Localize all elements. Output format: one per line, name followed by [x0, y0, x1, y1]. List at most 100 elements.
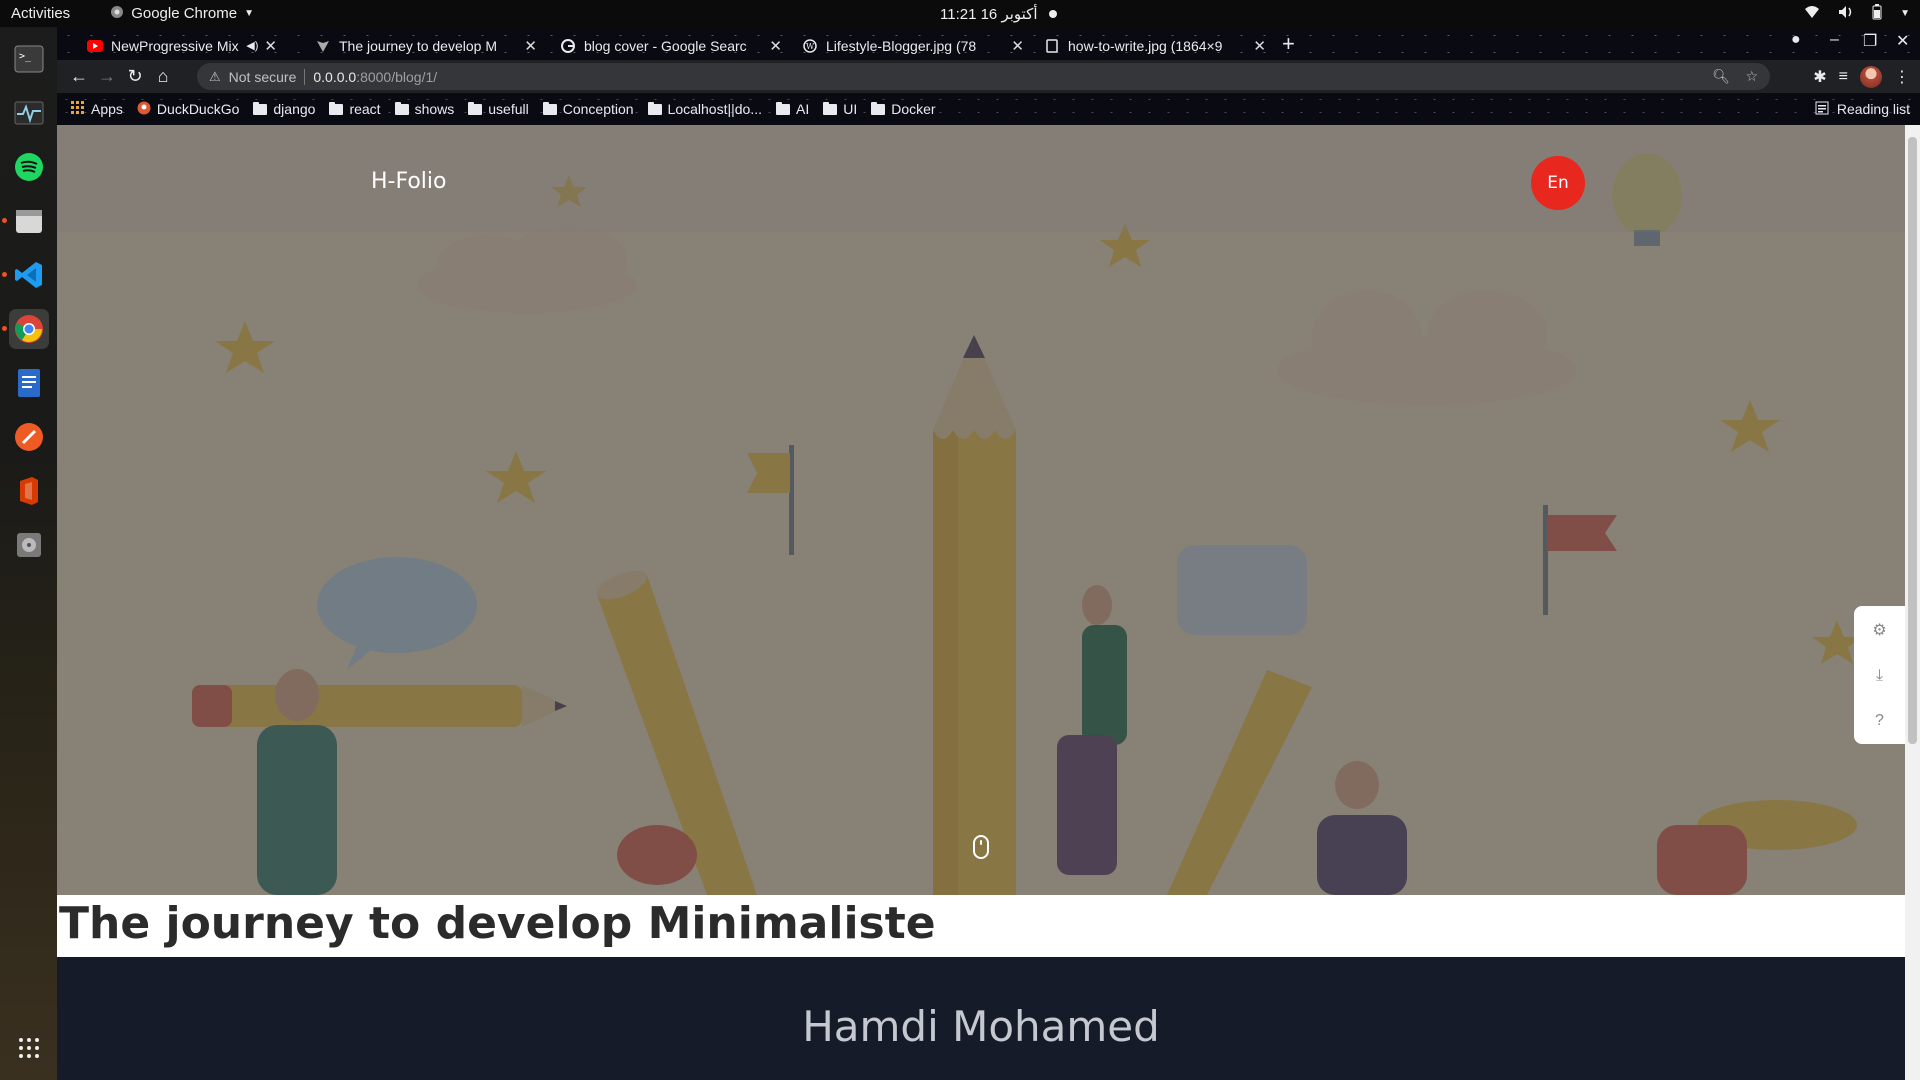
side-tools-panel: ⚙ ⤓ ? [1854, 606, 1905, 744]
new-tab-icon[interactable]: + [1282, 31, 1295, 57]
author-name: Hamdi Mohamed [802, 1002, 1160, 1051]
site-navbar: H-Folio En [57, 125, 1905, 232]
tab-title: blog cover - Google Searc [584, 37, 747, 54]
folder-icon [647, 101, 662, 115]
running-indicator [1, 218, 7, 223]
reading-list-icon [1815, 101, 1829, 118]
bookmark-folder-usefull[interactable]: usefull [468, 101, 529, 117]
bookmark-folder-docker[interactable]: Docker [871, 101, 936, 117]
bookmark-folder-django[interactable]: django [253, 101, 315, 117]
text-editor-icon[interactable] [9, 363, 49, 403]
tab-search-icon[interactable]: ● [1791, 31, 1801, 49]
close-tab-icon[interactable]: ✕ [769, 37, 782, 55]
close-window-icon[interactable]: ✕ [1896, 31, 1909, 51]
bookmark-folder-shows[interactable]: shows [394, 101, 454, 117]
address-bar[interactable]: ⚠ Not secure 0.0.0.0:8000/blog/1/ 🔍︎ ☆ [197, 63, 1770, 90]
zoom-icon[interactable]: 🔍︎ [1712, 68, 1730, 85]
bookmark-folder-ai[interactable]: AI [776, 101, 809, 117]
tab-lifestyle-image[interactable]: W Lifestyle-Blogger.jpg (78 ✕ [792, 31, 1032, 60]
warning-icon: ⚠ [209, 68, 221, 84]
reload-icon[interactable]: ↻ [121, 63, 149, 91]
bookmark-folder-localhost[interactable]: Localhost||do... [647, 101, 762, 117]
audio-playing-icon: ◀) [246, 40, 259, 52]
youtube-icon [87, 38, 103, 54]
bookmark-folder-conception[interactable]: Conception [542, 101, 634, 117]
disks-icon[interactable] [9, 525, 49, 565]
download-icon[interactable]: ⤓ [1876, 667, 1883, 685]
office-icon[interactable] [9, 471, 49, 511]
page-viewport: H-Folio En ⚙ ⤓ ? The journey to develop … [57, 125, 1905, 1080]
gear-icon[interactable]: ⚙ [1872, 620, 1886, 640]
site-brand[interactable]: H-Folio [371, 169, 447, 194]
media-control-icon[interactable]: ≡ [1839, 68, 1848, 86]
clock[interactable]: 11:21 أكتوبر 16 [940, 0, 1058, 27]
hero-dark-overlay [57, 125, 1905, 895]
svg-text:W: W [806, 42, 815, 51]
spotify-icon[interactable] [9, 147, 49, 187]
system-tray[interactable]: ▼ [1804, 0, 1910, 27]
tab-strip: NewProgressive Mix P ◀) ✕ The journey to… [57, 27, 1920, 60]
bookmark-star-icon[interactable]: ☆ [1745, 68, 1758, 85]
reading-list-label: Reading list [1836, 101, 1910, 117]
terminal-icon[interactable]: >_ [9, 39, 49, 79]
divider [304, 68, 306, 85]
bookmark-label: Localhost||do... [667, 101, 762, 117]
app-menu[interactable]: Google Chrome ▼ [110, 5, 254, 23]
bookmark-folder-ui[interactable]: UI [823, 101, 857, 117]
profile-avatar[interactable] [1860, 65, 1882, 88]
volume-icon [1838, 5, 1854, 23]
close-tab-icon[interactable]: ✕ [1253, 37, 1266, 55]
postman-icon[interactable] [9, 417, 49, 457]
reading-list-button[interactable]: Reading list [1815, 93, 1910, 125]
tab-youtube[interactable]: NewProgressive Mix P ◀) ✕ [77, 31, 285, 60]
chrome-menu-icon[interactable]: ⋮ [1894, 67, 1910, 87]
security-label: Not secure [228, 68, 297, 85]
bookmark-folder-react[interactable]: react [329, 101, 381, 117]
restore-icon[interactable]: ❐ [1863, 31, 1877, 51]
bookmarks-bar: Apps DuckDuckGo django react shows usefu… [57, 93, 1920, 125]
tab-title: Lifestyle-Blogger.jpg (78 [826, 37, 977, 54]
bookmark-label: usefull [488, 101, 529, 117]
home-icon[interactable]: ⌂ [149, 63, 177, 91]
show-applications-icon[interactable] [9, 1028, 49, 1068]
bookmark-duckduckgo[interactable]: DuckDuckGo [137, 101, 239, 118]
battery-icon [1872, 3, 1882, 24]
scroll-mouse-icon[interactable] [973, 835, 989, 864]
apps-bookmark[interactable]: Apps [71, 100, 123, 118]
page-scrollbar[interactable] [1905, 125, 1920, 1080]
help-icon[interactable]: ? [1875, 712, 1884, 730]
tab-google-search[interactable]: blog cover - Google Searc ✕ [550, 31, 790, 60]
browser-window: NewProgressive Mix P ◀) ✕ The journey to… [57, 27, 1920, 1080]
files-icon[interactable] [1, 201, 49, 241]
forward-icon[interactable]: → [93, 63, 121, 91]
url-path: :8000/blog/1/ [356, 68, 438, 85]
bookmark-label: Conception [562, 101, 634, 117]
folder-icon [776, 101, 790, 115]
close-tab-icon[interactable]: ✕ [264, 37, 277, 55]
folder-icon [468, 101, 483, 115]
tab-how-to-write-image[interactable]: how-to-write.jpg (1864×9 ✕ [1034, 31, 1274, 60]
back-icon[interactable]: ← [65, 63, 93, 91]
close-tab-icon[interactable]: ✕ [524, 37, 537, 55]
activities-button[interactable]: Activities [11, 5, 70, 22]
tab-blog-post[interactable]: The journey to develop M ✕ [305, 31, 545, 60]
hero-section: H-Folio En [57, 125, 1905, 895]
author-section: Hamdi Mohamed [57, 957, 1905, 1080]
tab-title: how-to-write.jpg (1864×9 [1068, 37, 1223, 54]
wifi-icon [1804, 5, 1820, 23]
wordpress-icon: W [802, 38, 818, 54]
close-tab-icon[interactable]: ✕ [1011, 37, 1024, 55]
extensions-icon[interactable]: ✱ [1813, 67, 1826, 87]
folder-icon [253, 101, 268, 115]
clock-text: 11:21 أكتوبر 16 [940, 5, 1038, 23]
running-indicator [1, 326, 7, 331]
vscode-icon[interactable] [1, 255, 49, 295]
caret-down-icon: ▼ [244, 8, 254, 19]
minimize-icon[interactable]: – [1830, 31, 1839, 49]
language-button[interactable]: En [1531, 156, 1585, 210]
url-host: 0.0.0.0 [313, 68, 357, 85]
chrome-icon[interactable] [1, 309, 49, 349]
scrollbar-thumb[interactable] [1908, 137, 1917, 744]
system-monitor-icon[interactable] [9, 93, 49, 133]
post-title-band: The journey to develop Minimaliste [57, 895, 1905, 957]
